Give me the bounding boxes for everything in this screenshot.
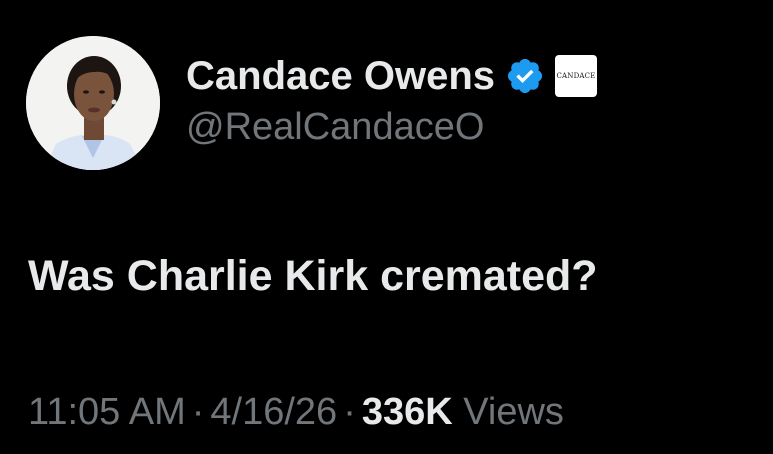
handle[interactable]: @RealCandaceO bbox=[186, 103, 484, 151]
tweet-metadata: 11:05 AM · 4/16/26 · 336K Views bbox=[28, 387, 564, 437]
separator-dot: · bbox=[191, 391, 205, 433]
views-count[interactable]: 336K bbox=[362, 391, 453, 433]
name-row: Candace Owens CANDACE bbox=[186, 50, 598, 102]
tweet-text: Was Charlie Kirk cremated? bbox=[28, 252, 598, 300]
avatar[interactable] bbox=[26, 36, 160, 170]
tweet: Candace Owens CANDACE @RealCandaceO Was … bbox=[0, 0, 773, 454]
display-name[interactable]: Candace Owens bbox=[186, 50, 495, 102]
views-label[interactable]: Views bbox=[463, 391, 564, 433]
tweet-time[interactable]: 11:05 AM bbox=[28, 391, 186, 433]
separator-dot: · bbox=[343, 391, 356, 433]
avatar-photo bbox=[26, 36, 160, 170]
affiliation-badge[interactable]: CANDACE bbox=[555, 55, 598, 97]
verified-badge-icon[interactable] bbox=[505, 56, 545, 96]
tweet-date[interactable]: 4/16/26 bbox=[210, 391, 337, 433]
